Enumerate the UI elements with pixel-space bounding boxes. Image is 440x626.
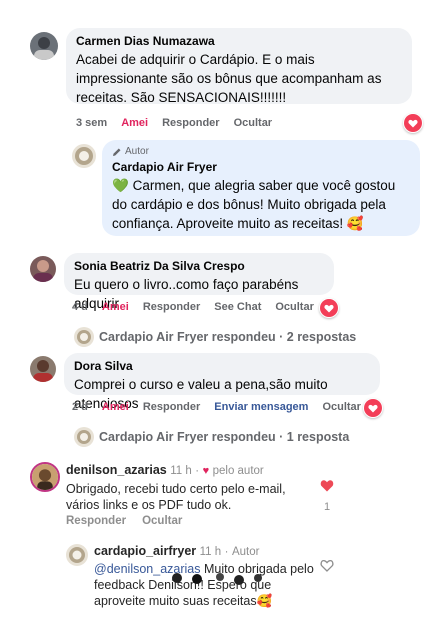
love-button[interactable]: Amei bbox=[102, 301, 129, 313]
reply-button[interactable]: Responder bbox=[66, 515, 126, 527]
comment-header: denilson_azarias 11 h · ♥ pelo autor bbox=[66, 463, 264, 477]
comment-author[interactable]: Carmen Dias Numazawa bbox=[76, 34, 402, 48]
heart-icon bbox=[364, 399, 382, 417]
author-avatar[interactable] bbox=[66, 544, 88, 566]
overlay-dots bbox=[172, 573, 262, 585]
heart-icon bbox=[320, 480, 334, 492]
comment-actions: Responder Ocultar bbox=[66, 515, 198, 527]
smiling-hearts-emoji: 🥰 bbox=[346, 216, 364, 231]
reply-button[interactable]: Responder bbox=[162, 117, 219, 129]
reply-text: @denilson_azarias Muito obrigada pelo fe… bbox=[94, 562, 314, 608]
reaction-badge[interactable] bbox=[363, 398, 383, 418]
comment-author[interactable]: Sonia Beatriz Da Silva Crespo bbox=[74, 259, 324, 273]
hide-button[interactable]: Ocultar bbox=[142, 515, 182, 527]
see-chat-button[interactable]: See Chat bbox=[214, 301, 261, 313]
comment-text: Acabei de adquirir o Cardápio. E o mais … bbox=[76, 52, 382, 105]
comment-bubble: Dora Silva Comprei o curso e valeu a pen… bbox=[64, 353, 380, 411]
comment-bubble: Sonia Beatriz Da Silva Crespo Eu quero o… bbox=[64, 253, 334, 311]
like-count: 1 bbox=[324, 501, 331, 513]
comment-time: 11 h bbox=[170, 465, 192, 477]
avatar[interactable] bbox=[30, 462, 60, 492]
heart-icon bbox=[404, 114, 422, 132]
comment-actions: 2 d Amei Responder Enviar mensagem Ocultar bbox=[72, 401, 375, 413]
comment-text: 💚 Carmen, que alegria saber que você gos… bbox=[112, 178, 396, 231]
reaction-badge[interactable] bbox=[319, 298, 339, 318]
author-avatar bbox=[74, 427, 94, 447]
author-badge: Autor bbox=[112, 146, 410, 157]
comment-username[interactable]: denilson_azarias bbox=[66, 463, 167, 477]
comment-text: Obrigado, recebi tudo certo pelo e-mail,… bbox=[66, 482, 286, 512]
reply-username[interactable]: cardapio_airfryer bbox=[94, 544, 196, 558]
avatar[interactable] bbox=[30, 356, 56, 382]
reaction-badge[interactable] bbox=[403, 113, 423, 133]
heart-icon bbox=[320, 299, 338, 317]
smiling-hearts-emoji: 🥰 bbox=[256, 594, 273, 608]
comment-bubble: Carmen Dias Numazawa Acabei de adquirir … bbox=[66, 28, 412, 105]
like-button[interactable] bbox=[320, 479, 334, 497]
send-message-button[interactable]: Enviar mensagem bbox=[214, 401, 308, 413]
view-replies-link[interactable]: Cardapio Air Fryer respondeu · 1 respost… bbox=[74, 427, 349, 447]
hide-button[interactable]: Ocultar bbox=[322, 401, 361, 413]
love-button[interactable]: Amei bbox=[121, 117, 148, 129]
author-avatar bbox=[74, 327, 94, 347]
comment-actions: 4 d Amei Responder See Chat Ocultar bbox=[72, 301, 328, 313]
comment-time[interactable]: 3 sem bbox=[76, 117, 107, 129]
comment-author[interactable]: Cardapio Air Fryer bbox=[112, 160, 410, 174]
heart-outline-icon bbox=[320, 559, 334, 572]
view-replies-link[interactable]: Cardapio Air Fryer respondeu · 2 respost… bbox=[74, 327, 356, 347]
comment-author[interactable]: Dora Silva bbox=[74, 359, 370, 373]
avatar[interactable] bbox=[30, 256, 56, 282]
pencil-icon bbox=[113, 148, 121, 156]
love-button[interactable]: Amei bbox=[102, 401, 129, 413]
reply-time: 11 h bbox=[199, 546, 222, 558]
author-reply-bubble: Autor Cardapio Air Fryer 💚 Carmen, que a… bbox=[102, 140, 420, 236]
reply-button[interactable]: Responder bbox=[143, 401, 200, 413]
liked-by-author-heart-icon: ♥ bbox=[202, 465, 210, 477]
green-heart-emoji: 💚 bbox=[112, 178, 129, 193]
hide-button[interactable]: Ocultar bbox=[275, 301, 314, 313]
comment-time[interactable]: 2 d bbox=[72, 401, 88, 413]
author-badge: Autor bbox=[231, 546, 260, 558]
reply-button[interactable]: Responder bbox=[143, 301, 200, 313]
liked-by-author-label: pelo autor bbox=[212, 465, 264, 477]
comment-time[interactable]: 4 d bbox=[72, 301, 88, 313]
author-avatar[interactable] bbox=[72, 144, 96, 168]
avatar[interactable] bbox=[30, 32, 58, 60]
hide-button[interactable]: Ocultar bbox=[234, 117, 273, 129]
comment-actions: 3 sem Amei Responder Ocultar bbox=[76, 117, 286, 129]
like-button[interactable] bbox=[320, 559, 334, 577]
reply-header: cardapio_airfryer 11 h · Autor bbox=[94, 544, 260, 558]
